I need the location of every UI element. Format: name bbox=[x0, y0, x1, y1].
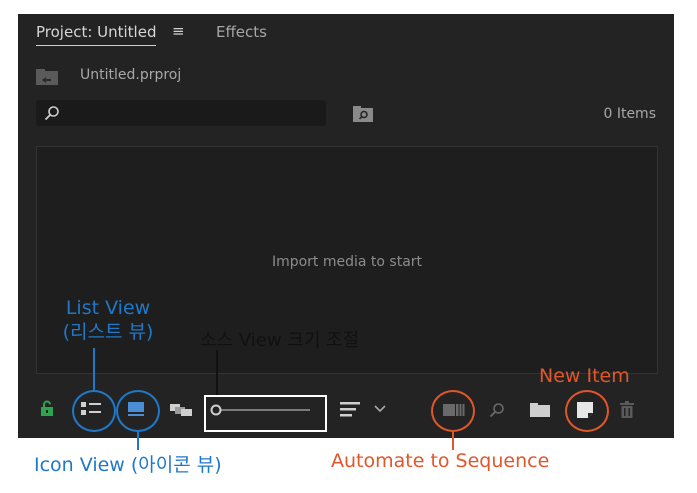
sort-icon[interactable] bbox=[340, 401, 360, 417]
automate-callout-line bbox=[452, 432, 454, 450]
tab-project[interactable]: Project: Untitled bbox=[36, 23, 157, 46]
project-file-name: Untitled.prproj bbox=[80, 67, 182, 83]
import-media-message: Import media to start bbox=[271, 254, 423, 270]
slider-callout-line bbox=[216, 350, 218, 396]
list-view-callout-line bbox=[93, 348, 95, 390]
search-icon bbox=[44, 106, 59, 121]
slider-size-label: 소스 View 크기 조절 bbox=[200, 330, 360, 351]
search-input[interactable] bbox=[36, 100, 326, 126]
chevron-down-icon[interactable] bbox=[374, 405, 386, 413]
list-view-annotation: List View (리스트 뷰) bbox=[58, 296, 158, 344]
icon-view-label: Icon View (아이콘 뷰) bbox=[34, 454, 222, 476]
tab-effects[interactable]: Effects bbox=[216, 23, 267, 41]
new-item-label: New Item bbox=[539, 365, 630, 387]
panel-menu-icon[interactable]: ≡ bbox=[172, 22, 185, 40]
find-icon[interactable] bbox=[489, 402, 505, 418]
icon-view-highlight bbox=[116, 390, 160, 432]
item-count: 0 Items bbox=[603, 106, 656, 122]
project-folder-icon bbox=[36, 69, 58, 85]
lock-icon[interactable] bbox=[40, 400, 54, 416]
list-view-label: List View bbox=[65, 297, 151, 319]
freeform-view-icon[interactable] bbox=[170, 404, 192, 416]
automate-label: Automate to Sequence bbox=[331, 450, 550, 472]
automate-highlight bbox=[431, 390, 475, 432]
list-view-sublabel: (리스트 뷰) bbox=[62, 321, 154, 343]
new-search-bin-icon[interactable] bbox=[353, 106, 373, 122]
slider-highlight bbox=[204, 395, 327, 432]
list-view-highlight bbox=[72, 390, 116, 432]
new-item-highlight bbox=[565, 390, 609, 432]
icon-view-callout-line bbox=[137, 432, 139, 450]
panel-tabs: Project: Untitled ≡ Effects bbox=[18, 14, 674, 50]
trash-icon[interactable] bbox=[620, 401, 634, 418]
new-bin-icon[interactable] bbox=[530, 403, 550, 417]
